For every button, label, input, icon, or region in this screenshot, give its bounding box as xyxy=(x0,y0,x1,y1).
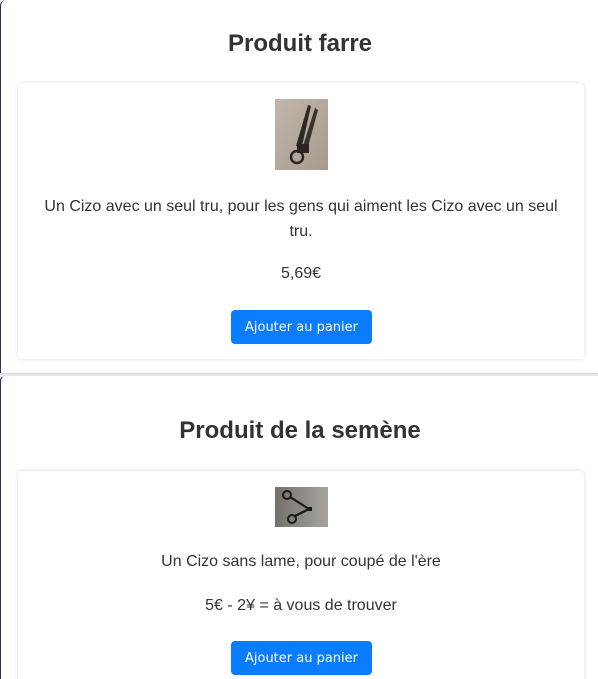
scissors-photo-icon xyxy=(275,487,328,527)
section-title: Produit de la semène xyxy=(179,417,421,444)
scissors-photo-icon xyxy=(275,99,328,170)
product-card: Un Cizo avec un seul tru, pour les gens … xyxy=(18,83,584,359)
product-price: 5,69€ xyxy=(280,265,322,282)
product-image[interactable] xyxy=(275,99,328,170)
page: Produit farre Un Cizo avec un seul tru, … xyxy=(0,0,598,679)
product-price: 5€ - 2¥ = à vous de trouver xyxy=(205,597,397,614)
section-title: Produit farre xyxy=(227,30,373,57)
add-to-cart-button[interactable]: Ajouter au panier xyxy=(231,310,372,344)
product-description: Un Cizo sans lame, pour coupé de l'ère xyxy=(161,553,441,570)
weekly-product-section: Produit de la semène Un Cizo sans lame, … xyxy=(0,375,598,679)
featured-product-section: Produit farre Un Cizo avec un seul tru, … xyxy=(0,0,598,373)
product-image[interactable] xyxy=(275,487,328,527)
add-to-cart-button[interactable]: Ajouter au panier xyxy=(231,641,372,675)
product-description: Un Cizo avec un seul tru, pour les gens … xyxy=(44,198,558,240)
product-card: Un Cizo sans lame, pour coupé de l'ère 5… xyxy=(18,471,584,679)
